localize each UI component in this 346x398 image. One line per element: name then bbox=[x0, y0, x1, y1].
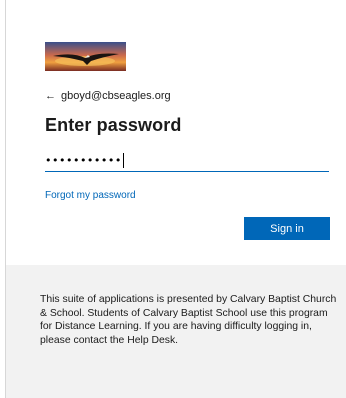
forgot-password-link[interactable]: Forgot my password bbox=[45, 190, 136, 201]
password-masked-value: ••••••••••• bbox=[45, 154, 122, 167]
text-caret bbox=[122, 153, 124, 168]
identity-email: gboyd@cbseagles.org bbox=[61, 90, 171, 102]
eagle-sunset-logo-image bbox=[45, 42, 126, 71]
footer-panel: This suite of applications is presented … bbox=[6, 265, 346, 398]
back-arrow-icon[interactable]: ← bbox=[45, 89, 56, 103]
footer-message: This suite of applications is presented … bbox=[40, 294, 337, 346]
password-field[interactable]: ••••••••••• bbox=[45, 150, 329, 172]
organization-logo bbox=[45, 42, 126, 71]
sign-in-card: ← gboyd@cbseagles.org Enter password •••… bbox=[6, 0, 346, 265]
page-title: Enter password bbox=[45, 115, 182, 135]
sign-in-button[interactable]: Sign in bbox=[244, 217, 330, 240]
identity-banner[interactable]: ← gboyd@cbseagles.org bbox=[45, 89, 171, 103]
login-window: ← gboyd@cbseagles.org Enter password •••… bbox=[5, 0, 346, 398]
